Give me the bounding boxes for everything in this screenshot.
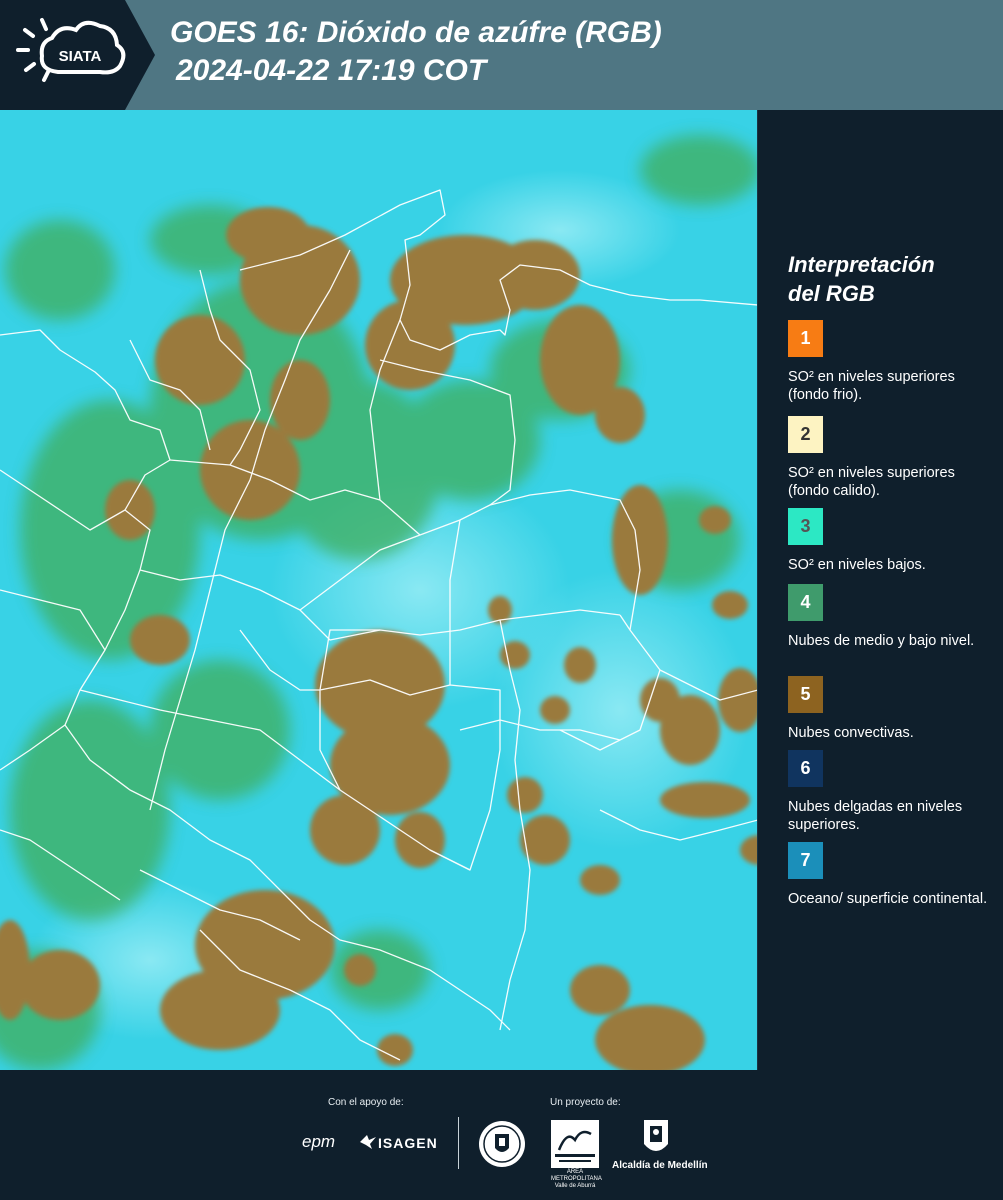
satellite-map xyxy=(0,110,758,1070)
alcaldia-medellin-shield-icon xyxy=(644,1120,668,1151)
legend-label-2: SO² en niveles superiores (fondo calido)… xyxy=(788,465,955,499)
legend-title-line2: del RGB xyxy=(788,281,875,306)
isagen-logo: ISAGEN xyxy=(378,1135,438,1151)
legend-label-1: SO² en niveles superiores (fondo frio). xyxy=(788,369,955,403)
legend-item-6: 6 Nubes delgadas en niveles superiores. xyxy=(788,750,988,834)
area-metropolitana-name: ÁREA METROPOLITANA xyxy=(551,1169,602,1182)
page-timestamp: 2024-04-22 17:19 COT xyxy=(176,54,487,87)
page-title: GOES 16: Dióxido de azúfre (RGB) xyxy=(170,16,662,49)
legend-swatch-5: 5 xyxy=(788,676,823,713)
legend-title: Interpretación del RGB xyxy=(788,250,988,308)
siata-logo-text: SIATA xyxy=(59,48,102,65)
legend-panel: Interpretación del RGB 1 SO² en niveles … xyxy=(758,110,1003,1070)
satellite-image xyxy=(0,110,757,1070)
footer-divider xyxy=(458,1117,459,1169)
area-metropolitana-label: ÁREA METROPOLITANA Valle de Aburrá xyxy=(551,1169,602,1190)
area-metropolitana-logo-icon xyxy=(551,1120,599,1168)
support-label: Con el apoyo de: xyxy=(328,1097,404,1108)
legend-label-7: Oceano/ superficie continental. xyxy=(788,891,988,907)
legend-label-6: Nubes delgadas en niveles superiores. xyxy=(788,799,963,833)
legend-item-7: 7 Oceano/ superficie continental. xyxy=(788,842,988,908)
legend-swatch-2: 2 xyxy=(788,416,823,453)
legend-swatch-6: 6 xyxy=(788,750,823,787)
legend-swatch-4: 4 xyxy=(788,584,823,621)
siata-logo: SIATA xyxy=(0,0,155,110)
legend-label-4: Nubes de medio y bajo nivel. xyxy=(788,633,975,649)
legend-item-4: 4 Nubes de medio y bajo nivel. xyxy=(788,584,988,650)
legend-swatch-3: 3 xyxy=(788,508,823,545)
legend-swatch-7: 7 xyxy=(788,842,823,879)
legend-label-5: Nubes convectivas. xyxy=(788,725,914,741)
legend-item-5: 5 Nubes convectivas. xyxy=(788,676,988,742)
epm-logo: epm xyxy=(302,1132,336,1151)
project-label: Un proyecto de: xyxy=(550,1097,621,1108)
footer: Con el apoyo de: Un proyecto de: epm ISA… xyxy=(0,1070,1003,1200)
legend-label-3: SO² en niveles bajos. xyxy=(788,557,926,573)
header-bar: SIATA GOES 16: Dióxido de azúfre (RGB) 2… xyxy=(0,0,1003,110)
isagen-logo-icon xyxy=(360,1135,376,1149)
legend-swatch-1: 1 xyxy=(788,320,823,357)
legend-item-3: 3 SO² en niveles bajos. xyxy=(788,508,988,574)
medellin-seal-icon xyxy=(479,1121,525,1167)
legend-title-line1: Interpretación xyxy=(788,252,935,277)
legend-item-2: 2 SO² en niveles superiores (fondo calid… xyxy=(788,416,988,500)
valle-aburra-name: Valle de Aburrá xyxy=(554,1183,596,1189)
alcaldia-medellin-label: Alcaldía de Medellín xyxy=(612,1160,708,1171)
legend-item-1: 1 SO² en niveles superiores (fondo frio)… xyxy=(788,320,988,404)
